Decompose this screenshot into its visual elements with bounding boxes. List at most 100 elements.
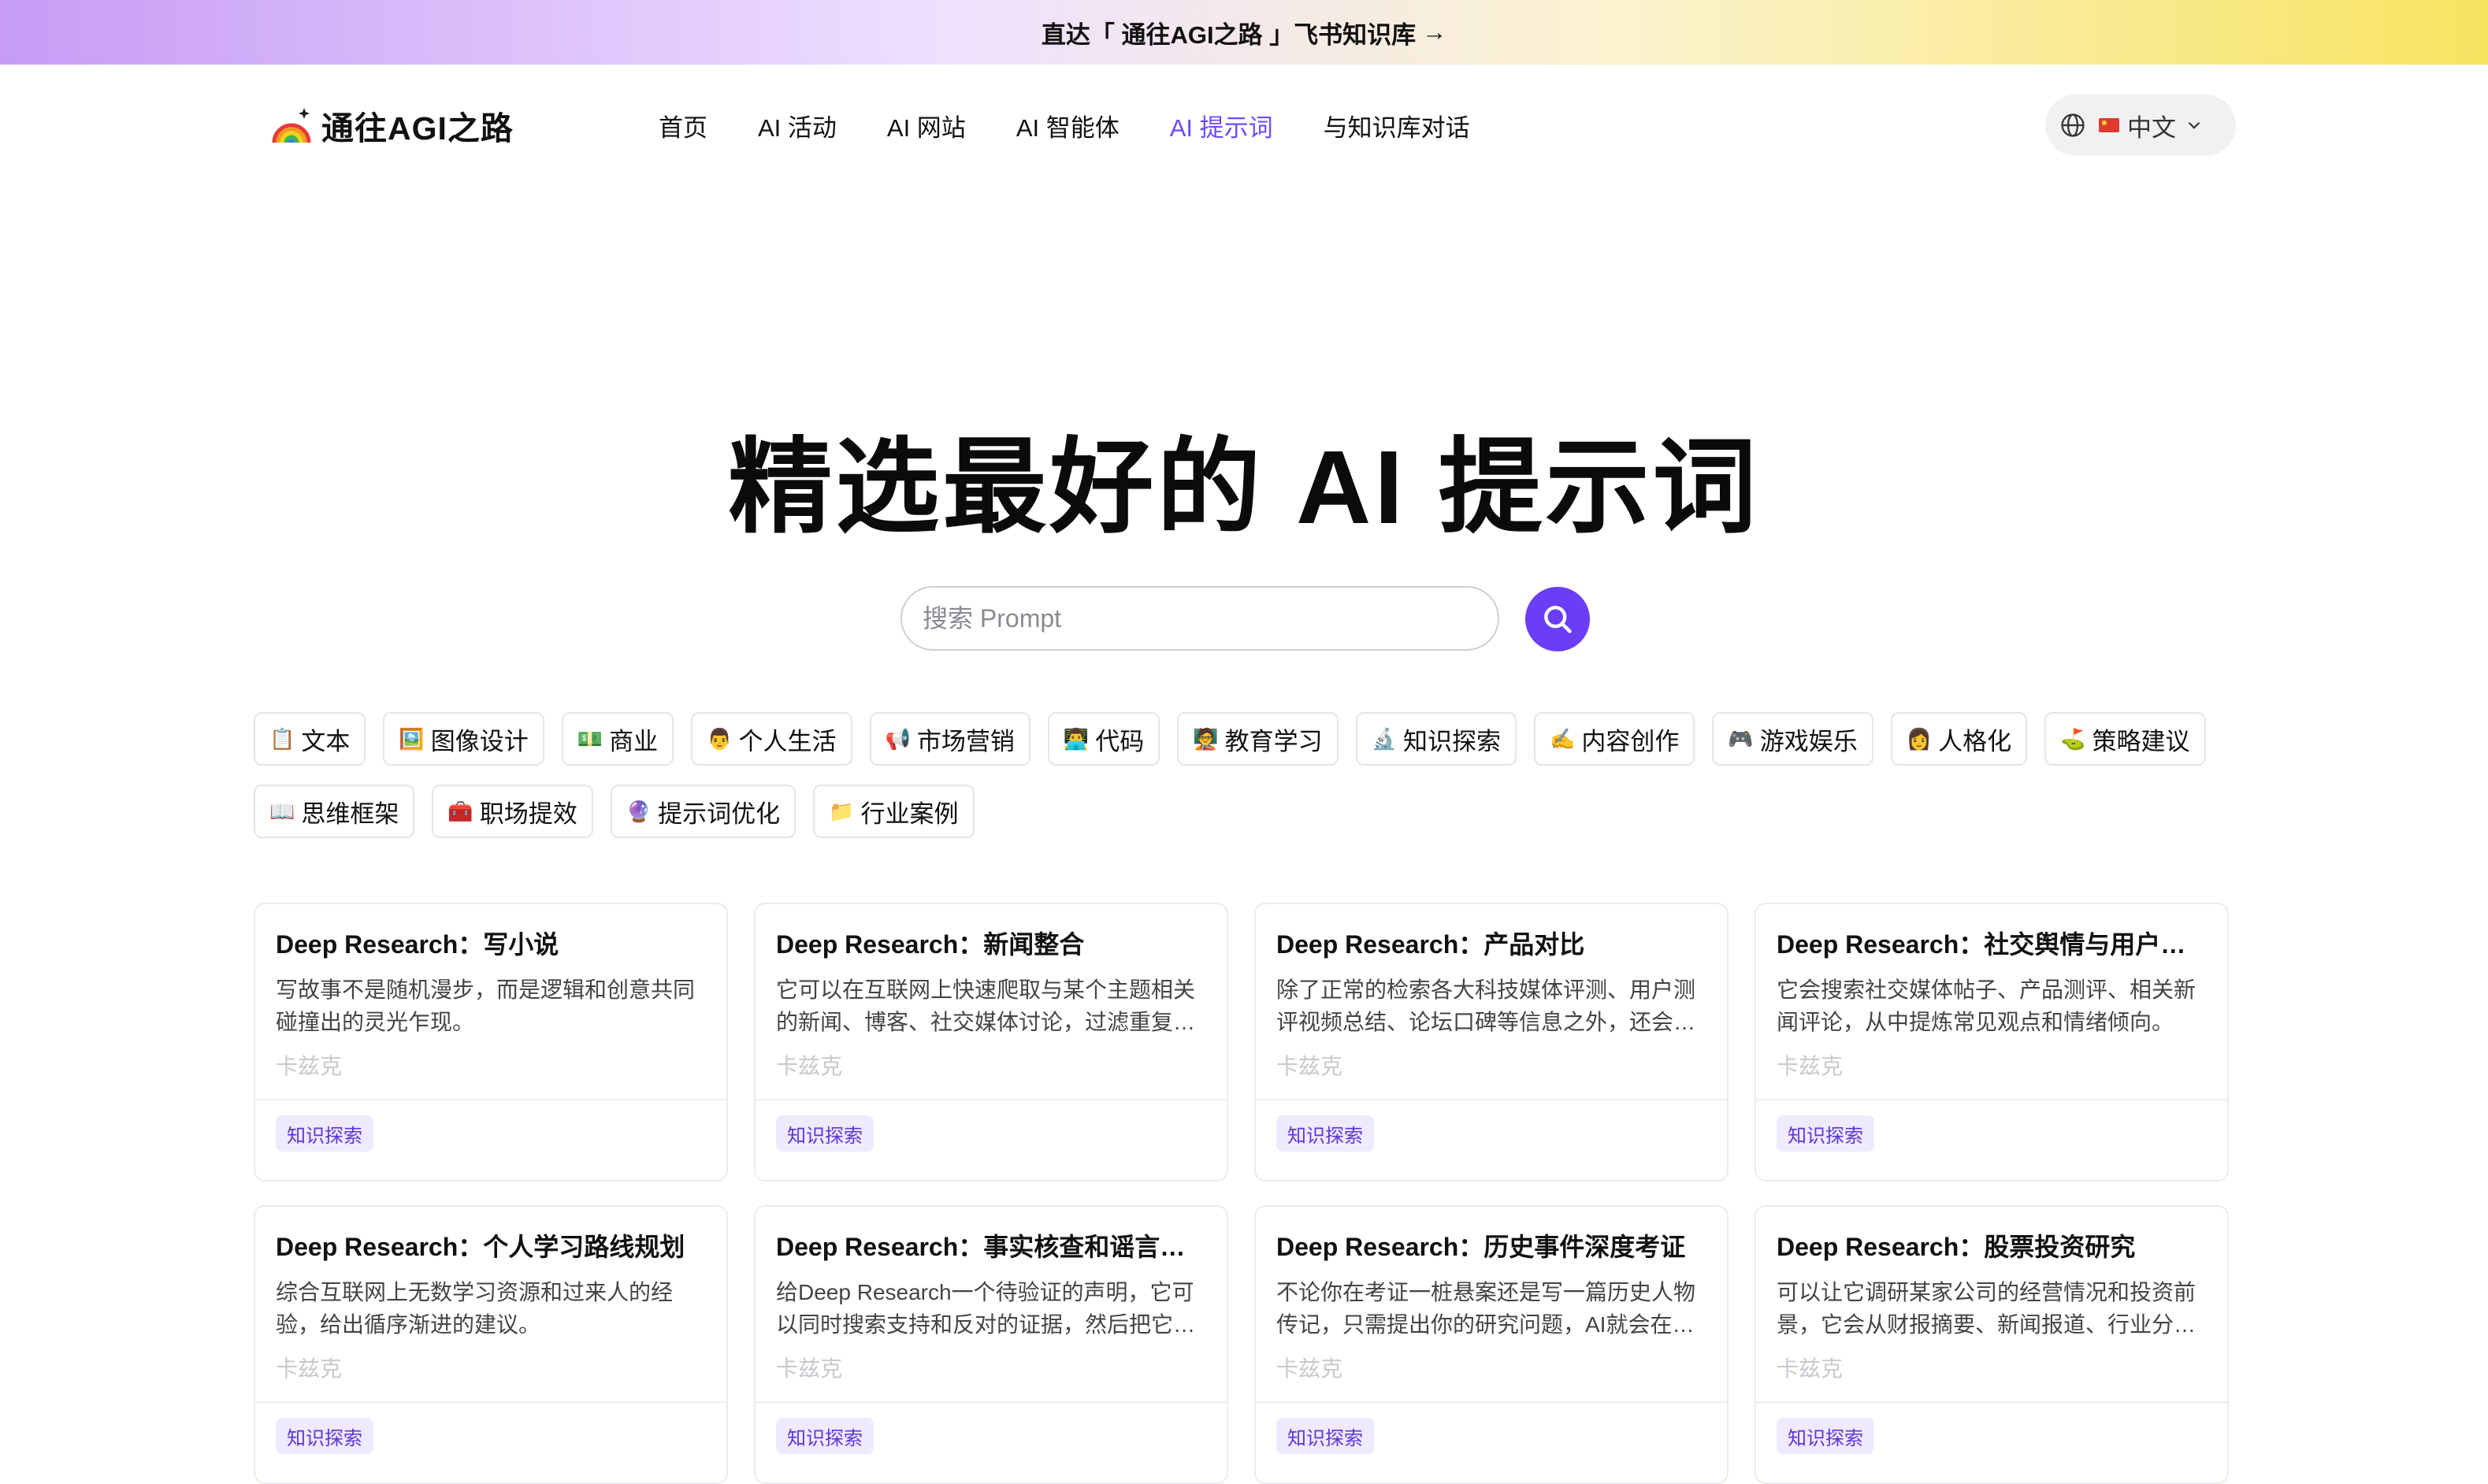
category-tag[interactable]: 🔮 提示词优化 [610, 785, 797, 838]
card-category-badge[interactable]: 知识探索 [1276, 1115, 1374, 1152]
card-description: 综合互联网上无数学习资源和过来人的经验，给出循序渐进的建议。 [276, 1280, 674, 1337]
category-tag[interactable]: 👨‍💻 代码 [1047, 712, 1160, 766]
card-description: 写故事不是随机漫步，而是逻辑和创意共同碰撞出的灵光乍现。 [276, 978, 696, 1034]
card-category-badge[interactable]: 知识探索 [276, 1418, 373, 1454]
category-tag-label: 商业 [609, 727, 659, 755]
card-author: 卡兹克 [1276, 1356, 1343, 1381]
rainbow-icon [272, 108, 311, 143]
category-emoji-icon: 🧑‍🏫 [1193, 726, 1219, 751]
category-tag-label: 游戏娱乐 [1759, 727, 1858, 755]
prompt-card-grid: Deep Research：写小说写故事不是随机漫步，而是逻辑和创意共同碰撞出的… [254, 903, 2236, 1484]
category-tag-label: 图像设计 [430, 727, 529, 755]
prompt-card[interactable]: Deep Research：产品对比 除了正常的检索各大科技媒体评测、用户测评视频… [1254, 903, 1729, 1182]
china-flag-icon [2099, 118, 2119, 132]
category-emoji-icon: 🎮 [1728, 726, 1754, 751]
category-tag[interactable]: 📢 市场营销 [869, 712, 1030, 766]
prompt-card[interactable]: Deep Research：个人学习路线规划综合互联网上无数学习资源和过来人的经… [254, 1205, 728, 1484]
card-divider [255, 1099, 726, 1100]
prompt-card[interactable]: Deep Research：写小说写故事不是随机漫步，而是逻辑和创意共同碰撞出的… [254, 903, 728, 1182]
category-emoji-icon: 💵 [577, 726, 603, 751]
category-tag[interactable]: 📖 思维框架 [254, 785, 415, 838]
card-divider [756, 1099, 1227, 1100]
site-logo[interactable]: 通往AGI之路 [269, 101, 514, 150]
category-tag[interactable]: ⛳ 策略建议 [2044, 712, 2206, 766]
card-title: Deep Research：写小说 [276, 930, 559, 959]
prompt-card[interactable]: Deep Research：历史事件深度考证不论你在考证一桩悬案还是写一篇历史人… [1254, 1205, 1729, 1484]
card-title: Deep Research：个人学习路线规划 [276, 1233, 685, 1261]
category-emoji-icon: 📖 [269, 799, 295, 823]
search-button[interactable] [1525, 587, 1590, 651]
card-category-badge[interactable]: 知识探索 [776, 1115, 874, 1152]
arrow-right-icon: → [1422, 18, 1447, 46]
prompt-card[interactable]: Deep Research：股票投资研究可以让它调研某家公司的经营情况和投资前景… [1755, 1205, 2229, 1484]
category-tag[interactable]: 📁 行业案例 [813, 785, 975, 838]
language-selector[interactable]: 中文 [2045, 95, 2236, 156]
category-tag-label: 市场营销 [916, 727, 1015, 755]
main-nav: 首页 AI 活动 AI 网站 AI 智能体 AI 提示词 与知识库对话 [659, 106, 1495, 145]
category-tag[interactable]: ✍️ 内容创作 [1534, 712, 1695, 766]
card-category-badge[interactable]: 知识探索 [1777, 1115, 1874, 1152]
nav-home[interactable]: 首页 [659, 106, 733, 145]
category-tags: 📋 文本 🖼️ 图像设计 💵 商业 👨 个人生活 📢 市场营销 👨‍💻 代码 🧑‍🏫 教育学习 🔬 知识探索 ✍… [254, 712, 2239, 857]
card-category-badge[interactable]: 知识探索 [276, 1115, 373, 1152]
category-tag-label: 代码 [1095, 727, 1145, 755]
prompt-card[interactable]: Deep Research：社交舆情与用户情绪分析它会搜索社交媒体帖子、产品测评… [1755, 903, 2229, 1182]
nav-chat-knowledge-base[interactable]: 与知识库对话 [1298, 106, 1495, 145]
category-tag-label: 文本 [301, 727, 351, 755]
language-label: 中文 [2127, 113, 2176, 142]
tag-row: 📖 思维框架 🧰 职场提效 🔮 提示词优化 📁 行业案例 [254, 785, 2239, 838]
category-tag[interactable]: 🧰 职场提效 [432, 785, 593, 838]
prompt-card[interactable]: Deep Research：事实核查和谣言粉碎 给Deep Research一个待… [754, 1205, 1228, 1484]
card-description: 可以让它调研某家公司的经营情况和投资前景，它会从财报摘要、新闻报道、行业分析中汇… [1777, 1280, 2196, 1337]
card-author: 卡兹克 [1276, 1054, 1343, 1078]
category-tag[interactable]: 📋 文本 [254, 712, 366, 766]
category-tag-label: 提示词优化 [658, 800, 781, 828]
card-author: 卡兹克 [276, 1356, 343, 1381]
chevron-down-icon [2188, 121, 2200, 129]
category-tag[interactable]: 👩 人格化 [1890, 712, 2028, 766]
card-divider [255, 1401, 726, 1403]
card-title: Deep Research：历史事件深度考证 [1276, 1233, 1686, 1261]
card-divider [756, 1401, 1227, 1403]
card-divider [1756, 1401, 2227, 1403]
nav-ai-agents[interactable]: AI 智能体 [991, 106, 1145, 145]
banner-text: 直达「 通往AGI之路 」飞书知识库 [1041, 20, 1417, 49]
globe-icon [2061, 113, 2085, 137]
card-author: 卡兹克 [776, 1054, 843, 1078]
nav-ai-prompts[interactable]: AI 提示词 [1145, 106, 1298, 145]
category-emoji-icon: ⛳ [2060, 726, 2086, 751]
card-author: 卡兹克 [276, 1054, 343, 1078]
category-emoji-icon: ✍️ [1550, 726, 1576, 751]
card-divider [1756, 1099, 2227, 1100]
card-category-badge[interactable]: 知识探索 [776, 1418, 874, 1454]
category-tag[interactable]: 🎮 游戏娱乐 [1712, 712, 1873, 766]
category-tag-label: 思维框架 [301, 800, 399, 828]
card-category-badge[interactable]: 知识探索 [1276, 1418, 1374, 1454]
tag-row: 📋 文本 🖼️ 图像设计 💵 商业 👨 个人生活 📢 市场营销 👨‍💻 代码 🧑‍🏫 教育学习 🔬 知识探索 ✍… [254, 712, 2239, 766]
card-title: Deep Research：股票投资研究 [1777, 1233, 2136, 1261]
category-tag-label: 职场提效 [479, 800, 577, 828]
nav-ai-websites[interactable]: AI 网站 [862, 106, 991, 145]
category-tag[interactable]: 👨 个人生活 [691, 712, 852, 766]
card-author: 卡兹克 [1777, 1054, 1844, 1078]
category-emoji-icon: 🧰 [447, 799, 473, 823]
nav-ai-events[interactable]: AI 活动 [733, 106, 862, 145]
card-description: 它会搜索社交媒体帖子、产品测评、相关新闻评论，从中提炼常见观点和情绪倾向。 [1777, 978, 2196, 1034]
category-tag-label: 行业案例 [860, 800, 959, 828]
card-category-badge[interactable]: 知识探索 [1777, 1418, 1874, 1454]
category-tag[interactable]: 💵 商业 [561, 712, 674, 766]
category-tag[interactable]: 🔬 知识探索 [1355, 712, 1517, 766]
category-emoji-icon: 🖼️ [399, 726, 425, 751]
category-tag-label: 内容创作 [1581, 727, 1680, 755]
prompt-card[interactable]: Deep Research：新闻整合 它可以在互联网上快速爬取与某个主题相关的新闻… [754, 903, 1228, 1182]
card-author: 卡兹克 [776, 1356, 843, 1381]
category-emoji-icon: 📁 [829, 799, 855, 823]
category-tag[interactable]: 🧑‍🏫 教育学习 [1177, 712, 1339, 766]
top-banner-link[interactable]: 直达「 通往AGI之路 」飞书知识库 → [0, 0, 2488, 65]
card-description: 不论你在考证一桩悬案还是写一篇历史人物传记，只需提出你的研究问题，AI就会在海量… [1276, 1280, 1696, 1337]
category-emoji-icon: 👨‍💻 [1063, 726, 1090, 751]
category-emoji-icon: 👨 [707, 726, 733, 751]
category-tag[interactable]: 🖼️ 图像设计 [383, 712, 544, 766]
category-emoji-icon: 🔮 [626, 799, 652, 823]
prompt-search-input[interactable] [901, 586, 1499, 651]
